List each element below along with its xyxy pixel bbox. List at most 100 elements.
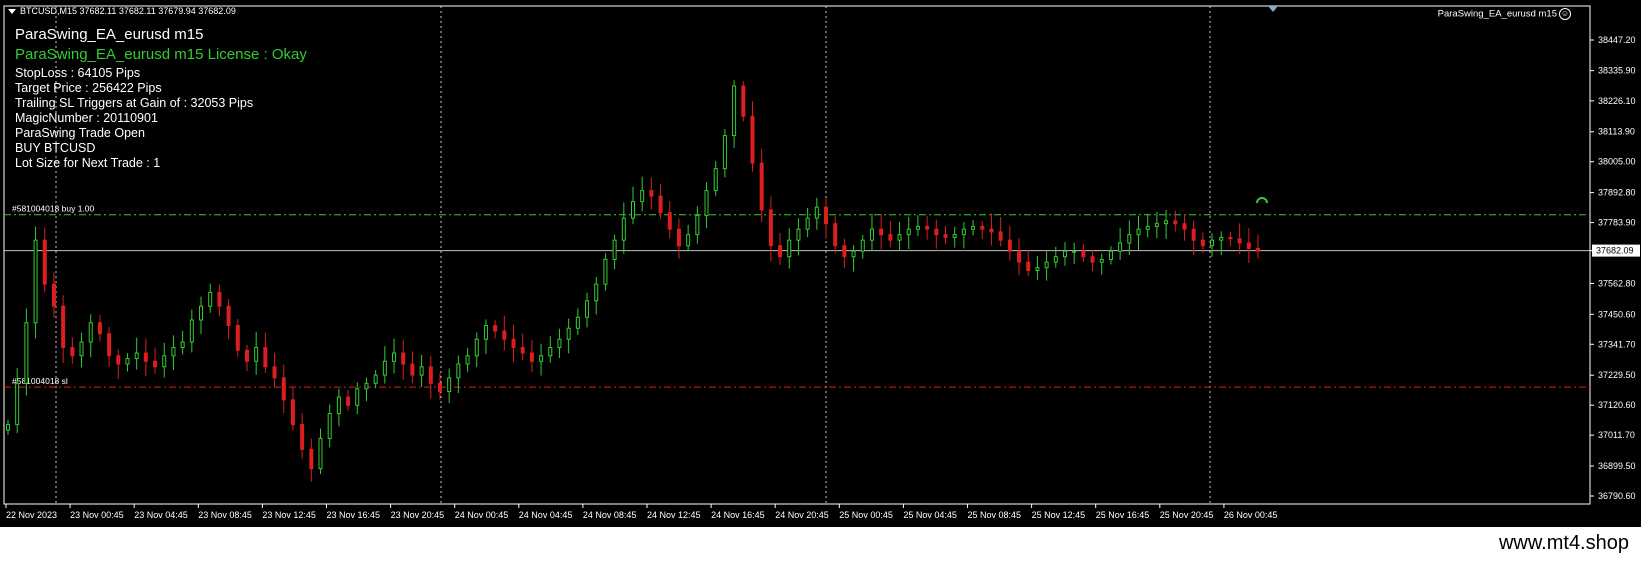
candle-body [915,225,920,230]
candle-body [539,355,544,362]
ea-title: ParaSwing_EA_eurusd m15 [15,26,204,43]
candle-body [520,347,525,354]
candle-body [511,338,516,349]
symbol-info: BTCUSD,M15 37682.11 37682.11 37679.94 37… [20,6,236,16]
candle-body [529,352,534,362]
candle-body [107,333,112,357]
y-tick-label: 37562.80 [1598,278,1636,288]
candle-body [143,352,148,362]
candle-body [1035,267,1040,271]
chart-window[interactable]: 38447.20 38335.90 38226.10 38113.90 38005.00… [0,0,1641,527]
y-tick-label: 37011.70 [1598,430,1635,440]
candle-body [134,352,139,360]
candle-body [263,347,268,368]
candle-body [189,319,194,343]
candle-body [300,424,305,450]
candle-body [42,239,47,285]
candle-body [447,377,452,393]
candle-body [667,212,672,230]
candle-body [410,363,415,376]
y-tick-label: 37229.50 [1598,370,1636,380]
candle-body [33,239,38,324]
candle-body [290,399,295,426]
candle-body [897,234,902,241]
stoploss-label: #581004018 sl [12,376,68,386]
candle-body [658,195,663,214]
candle-body [704,190,709,216]
candle-body [355,388,360,406]
candle-body [713,168,718,192]
x-tick-label: 23 Nov 16:45 [327,510,381,520]
info-trade-status: ParaSwing Trade Open [15,126,145,140]
candle-body [695,214,700,236]
candle-body [686,234,691,247]
candle-body [1191,228,1196,241]
candle-body [125,358,130,365]
candle-body [373,374,378,384]
candle-body [971,225,976,230]
x-tick-label: 25 Nov 16:45 [1096,510,1150,520]
candle-body [621,217,626,241]
candle-body [833,223,838,247]
symbol-header: BTCUSD,M15 37682.11 37682.11 37679.94 37… [8,6,236,16]
candle-body [722,135,727,170]
candle-body [1256,247,1260,252]
candle-body [1145,225,1150,230]
ea-badge[interactable]: ParaSwing_EA_eurusd m15 ☺ [1438,8,1571,20]
candle-body [483,325,488,340]
ea-badge-label: ParaSwing_EA_eurusd m15 [1437,8,1557,20]
info-trailing-sl: Trailing SL Triggers at Gain of : 32053 … [15,96,254,110]
x-tick-label: 25 Nov 20:45 [1160,510,1214,520]
x-tick-label: 25 Nov 08:45 [968,510,1022,520]
candle-body [79,341,84,357]
candle-body [649,190,654,197]
candle-body [364,382,369,390]
candle-body [88,322,93,343]
candle-body [869,228,874,241]
watermark: www.mt4.shop [1498,532,1629,554]
x-tick-label: 23 Nov 04:45 [134,510,188,520]
candle-body [1081,250,1086,258]
candle-body [171,347,176,357]
y-tick-label: 38113.90 [1598,127,1635,137]
x-tick-label: 25 Nov 04:45 [903,510,957,520]
candle-body [61,305,66,349]
candle-body [456,363,461,379]
info-magic-number: MagicNumber : 20110901 [15,111,158,125]
x-tick-label: 24 Nov 04:45 [519,510,573,520]
candle-body [768,209,773,247]
candle-body [557,338,562,349]
candle-body [162,355,167,368]
candle-body [254,347,259,362]
ea-license-status: ParaSwing_EA_eurusd m15 License : Okay [15,46,307,63]
x-tick-label: 23 Nov 12:45 [262,510,316,520]
x-tick-label: 23 Nov 20:45 [391,510,445,520]
candle-body [934,228,939,236]
y-tick-label: 38335.90 [1598,66,1636,76]
candle-body [1164,220,1169,225]
candle-body [474,338,479,357]
candle-body [235,325,240,351]
y-tick-label: 37120.60 [1598,400,1636,410]
candle-body [419,366,424,376]
candle-body [943,234,948,238]
candle-body [631,201,635,219]
candle-body [226,305,231,327]
x-tick-label: 22 Nov 2023 [6,510,57,520]
candle-body [594,283,599,302]
candle-body [1099,258,1104,263]
candle-body [281,377,286,401]
candle-body [116,355,121,365]
chart-menu-triangle-icon[interactable] [8,9,16,15]
candle-body [208,291,213,307]
candle-body [327,413,332,439]
x-tick-label: 24 Nov 08:45 [583,510,637,520]
chart-shift-marker-icon[interactable] [1268,6,1278,12]
candle-body [851,250,856,258]
candle-body [980,225,985,230]
y-tick-label: 36899.50 [1598,461,1636,471]
x-tick-label: 24 Nov 16:45 [711,510,765,520]
candle-body [6,424,10,431]
candle-body [750,115,755,164]
candle-body [805,217,810,230]
